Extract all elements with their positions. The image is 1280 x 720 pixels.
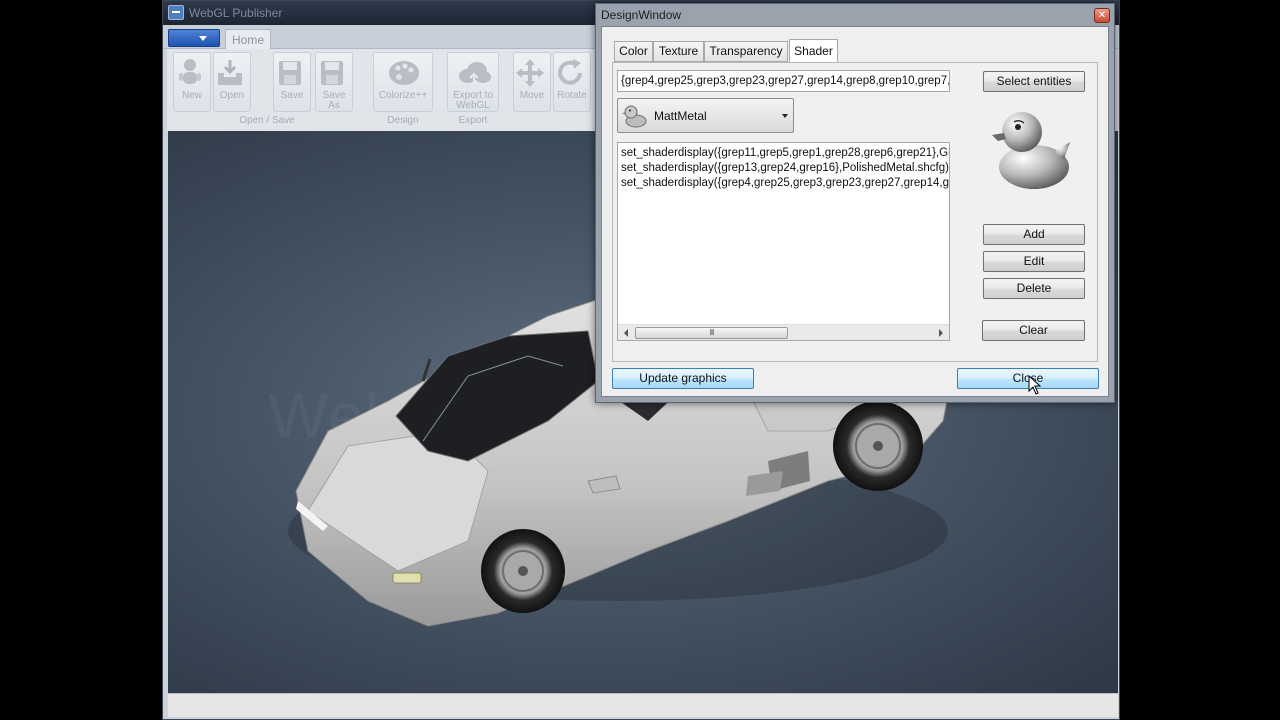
open-button[interactable]: Open <box>213 52 251 112</box>
horizontal-scrollbar[interactable]: III <box>618 324 949 340</box>
rotate-label: Rotate <box>557 90 587 101</box>
app-logo-icon <box>168 5 184 20</box>
application-menu-button[interactable] <box>168 29 220 47</box>
shader-dropdown[interactable]: MattMetal <box>617 98 794 133</box>
close-icon: ✕ <box>1097 10 1107 21</box>
baby-icon <box>179 59 201 84</box>
ribbon-group-design: Design <box>387 115 419 126</box>
select-entities-button[interactable]: Select entities <box>983 71 1085 92</box>
dialog-client-area: Color Texture Transparency Shader {grep4… <box>601 26 1109 397</box>
rotate-icon <box>558 59 582 85</box>
app-title: WebGL Publisher <box>189 6 283 20</box>
delete-button[interactable]: Delete <box>983 278 1085 299</box>
tab-shader[interactable]: Shader <box>789 39 838 63</box>
shader-selected-value: MattMetal <box>654 109 707 123</box>
rotate-button[interactable]: Rotate <box>553 52 591 112</box>
ribbon-group-export: Export <box>458 115 488 126</box>
tab-texture[interactable]: Texture <box>653 41 704 62</box>
open-label: Open <box>219 90 245 101</box>
dialog-title: DesignWindow <box>601 8 682 22</box>
tab-transparency[interactable]: Transparency <box>704 41 788 62</box>
save-button[interactable]: Save <box>273 52 311 112</box>
move-button[interactable]: Move <box>513 52 551 112</box>
export-webgl-button[interactable]: Export to WebGL <box>447 52 499 112</box>
add-button[interactable]: Add <box>983 224 1085 245</box>
save-as-button[interactable]: Save As <box>315 52 353 112</box>
floppy-disk-as-icon <box>321 61 343 85</box>
shader-preview-duck <box>992 112 1070 189</box>
save-as-label: Save As <box>322 90 346 111</box>
list-item[interactable]: set_shaderdisplay({grep13,grep24,grep16}… <box>621 161 949 176</box>
new-button[interactable]: New <box>173 52 211 112</box>
status-bar <box>168 693 1118 717</box>
mouse-cursor-icon <box>1028 375 1042 395</box>
tab-home[interactable]: Home <box>225 29 271 50</box>
export-webgl-label: Export to WebGL <box>452 90 494 111</box>
scroll-right-icon[interactable] <box>939 329 943 337</box>
edit-button[interactable]: Edit <box>983 251 1085 272</box>
new-label: New <box>181 90 202 101</box>
palette-icon <box>389 61 419 85</box>
cloud-icon <box>459 62 491 84</box>
list-item[interactable]: set_shaderdisplay({grep11,grep5,grep1,gr… <box>621 146 949 161</box>
save-label: Save <box>280 90 304 101</box>
scroll-left-icon[interactable] <box>624 329 628 337</box>
chevron-down-icon <box>782 114 788 118</box>
update-graphics-button[interactable]: Update graphics <box>612 368 754 389</box>
move-arrows-icon <box>516 59 544 87</box>
ribbon-group-open-save: Open / Save <box>239 115 295 126</box>
list-item[interactable]: set_shaderdisplay({grep4,grep25,grep3,gr… <box>621 176 949 191</box>
open-tray-icon <box>218 60 242 85</box>
chevron-down-icon <box>199 36 207 41</box>
colorize-label: Colorize++ <box>378 90 428 101</box>
colorize-button[interactable]: Colorize++ <box>373 52 433 112</box>
clear-button[interactable]: Clear <box>982 320 1085 341</box>
design-window-dialog: DesignWindow ✕ Color Texture Transparenc… <box>595 3 1115 403</box>
selected-entities-field[interactable]: {grep4,grep25,grep3,grep23,grep27,grep14… <box>617 70 950 92</box>
scrollbar-thumb[interactable]: III <box>635 327 788 339</box>
ribbon: New Open Save Save As Colorize++ Export … <box>167 49 597 131</box>
dialog-close-button[interactable]: ✕ <box>1094 8 1110 23</box>
floppy-disk-icon <box>279 61 301 85</box>
move-label: Move <box>519 90 545 101</box>
duck-shader-icon <box>622 105 647 128</box>
tab-color[interactable]: Color <box>614 41 653 62</box>
shader-commands-list[interactable]: set_shaderdisplay({grep11,grep5,grep1,gr… <box>617 142 950 341</box>
